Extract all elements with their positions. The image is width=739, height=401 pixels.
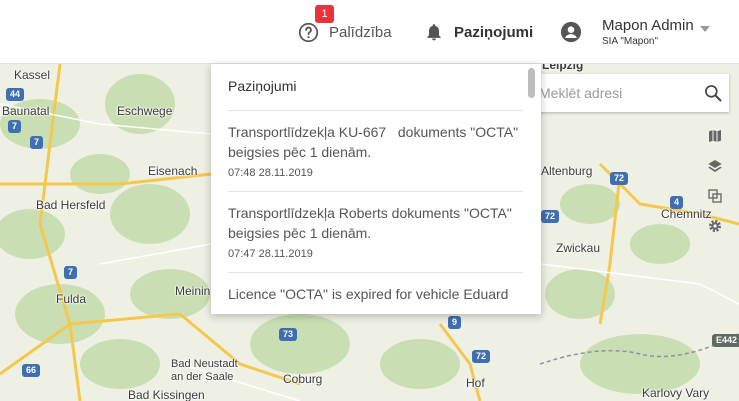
top-header: Palīdzība 1 Paziņojumi Mapon Admin SIA "… bbox=[0, 0, 739, 64]
notification-item[interactable]: Transportlīdzekļa Roberts dokuments "OCT… bbox=[228, 192, 523, 273]
chevron-down-icon[interactable] bbox=[700, 26, 710, 32]
city-bad-neustadt: Bad Neustadt an der Saale bbox=[171, 358, 238, 383]
account-menu[interactable]: Mapon Admin SIA "Mapon" bbox=[560, 0, 694, 64]
map-icon bbox=[709, 130, 721, 142]
layers-icon bbox=[708, 160, 722, 172]
search-icon[interactable] bbox=[703, 83, 723, 103]
city-eschwege: Eschwege bbox=[117, 104, 173, 118]
city-bad-hersfeld: Bad Hersfeld bbox=[36, 198, 106, 212]
highway-shield-e442: E442 bbox=[712, 334, 739, 347]
help-label: Palīdzība bbox=[329, 23, 392, 41]
city-fulda: Fulda bbox=[56, 292, 87, 306]
notifications-list: Transportlīdzekļa KU-667 dokuments "OCTA… bbox=[228, 111, 523, 314]
help-icon bbox=[298, 22, 319, 42]
gear-icon bbox=[709, 220, 721, 232]
city-baunatal: Baunatal bbox=[2, 104, 50, 118]
highway-shield-44: 44 bbox=[6, 88, 25, 101]
notifications-panel-title: Paziņojumi bbox=[228, 78, 297, 94]
area-select-button[interactable] bbox=[701, 182, 729, 210]
address-search-input[interactable] bbox=[527, 85, 692, 101]
company-name: SIA "Mapon" bbox=[602, 36, 659, 47]
city-zwickau: Zwickau bbox=[556, 241, 601, 255]
notifications-dropdown: Paziņojumi Transportlīdzekļa KU-667 doku… bbox=[211, 64, 541, 314]
notification-message: Transportlīdzekļa Roberts dokuments "OCT… bbox=[228, 205, 516, 241]
highway-shield-72-a: 72 bbox=[472, 350, 491, 363]
notification-item[interactable]: Licence "OCTA" is expired for vehicle Ed… bbox=[228, 273, 523, 314]
highway-shield-4: 4 bbox=[670, 196, 684, 209]
notification-time: 07:47 28.11.2019 bbox=[228, 248, 313, 260]
layers-button[interactable] bbox=[701, 152, 729, 180]
bell-icon bbox=[427, 24, 441, 41]
highway-shield-72-c: 72 bbox=[541, 210, 560, 223]
help-menu[interactable]: Palīdzība bbox=[298, 0, 392, 64]
map-settings-button[interactable] bbox=[701, 212, 729, 240]
city-leipzig: Leipzig bbox=[542, 64, 584, 72]
notifications-label: Paziņojumi bbox=[454, 23, 534, 41]
city-altenburg: Altenburg bbox=[541, 164, 593, 178]
user-name: Mapon Admin bbox=[602, 17, 694, 34]
highway-shield-7-mid: 7 bbox=[30, 136, 44, 149]
highway-shield-7-low: 7 bbox=[64, 266, 78, 279]
highway-shield-73: 73 bbox=[279, 328, 298, 341]
highway-shield-72-b: 72 bbox=[610, 172, 629, 185]
area-select-icon bbox=[708, 189, 722, 203]
address-search-box bbox=[527, 74, 729, 112]
notification-message: Licence "OCTA" is expired for vehicle Ed… bbox=[228, 286, 509, 302]
help-badge: 1 bbox=[315, 5, 334, 23]
notification-time: 07:48 28.11.2019 bbox=[228, 167, 313, 179]
city-eisenach: Eisenach bbox=[148, 164, 198, 178]
user-avatar-icon bbox=[560, 21, 582, 43]
map-tools bbox=[701, 122, 729, 242]
notification-message: Transportlīdzekļa KU-667 dokuments "OCTA… bbox=[228, 124, 522, 160]
city-coburg: Coburg bbox=[283, 372, 323, 386]
city-meiningen: Meinin bbox=[175, 284, 211, 298]
highway-shield-7-top: 7 bbox=[8, 120, 22, 133]
map-view-button[interactable] bbox=[701, 122, 729, 150]
highway-shield-9: 9 bbox=[448, 316, 462, 329]
city-bad-kissingen: Bad Kissingen bbox=[128, 388, 205, 401]
highway-shield-66: 66 bbox=[22, 364, 41, 377]
city-kassel: Kassel bbox=[14, 68, 51, 82]
city-hof: Hof bbox=[466, 376, 485, 390]
notification-item[interactable]: Transportlīdzekļa KU-667 dokuments "OCTA… bbox=[228, 111, 523, 192]
scrollbar-thumb[interactable] bbox=[528, 68, 535, 98]
city-karlovy-vary: Karlovy Vary bbox=[642, 386, 710, 400]
notifications-menu[interactable]: Paziņojumi bbox=[424, 0, 533, 64]
